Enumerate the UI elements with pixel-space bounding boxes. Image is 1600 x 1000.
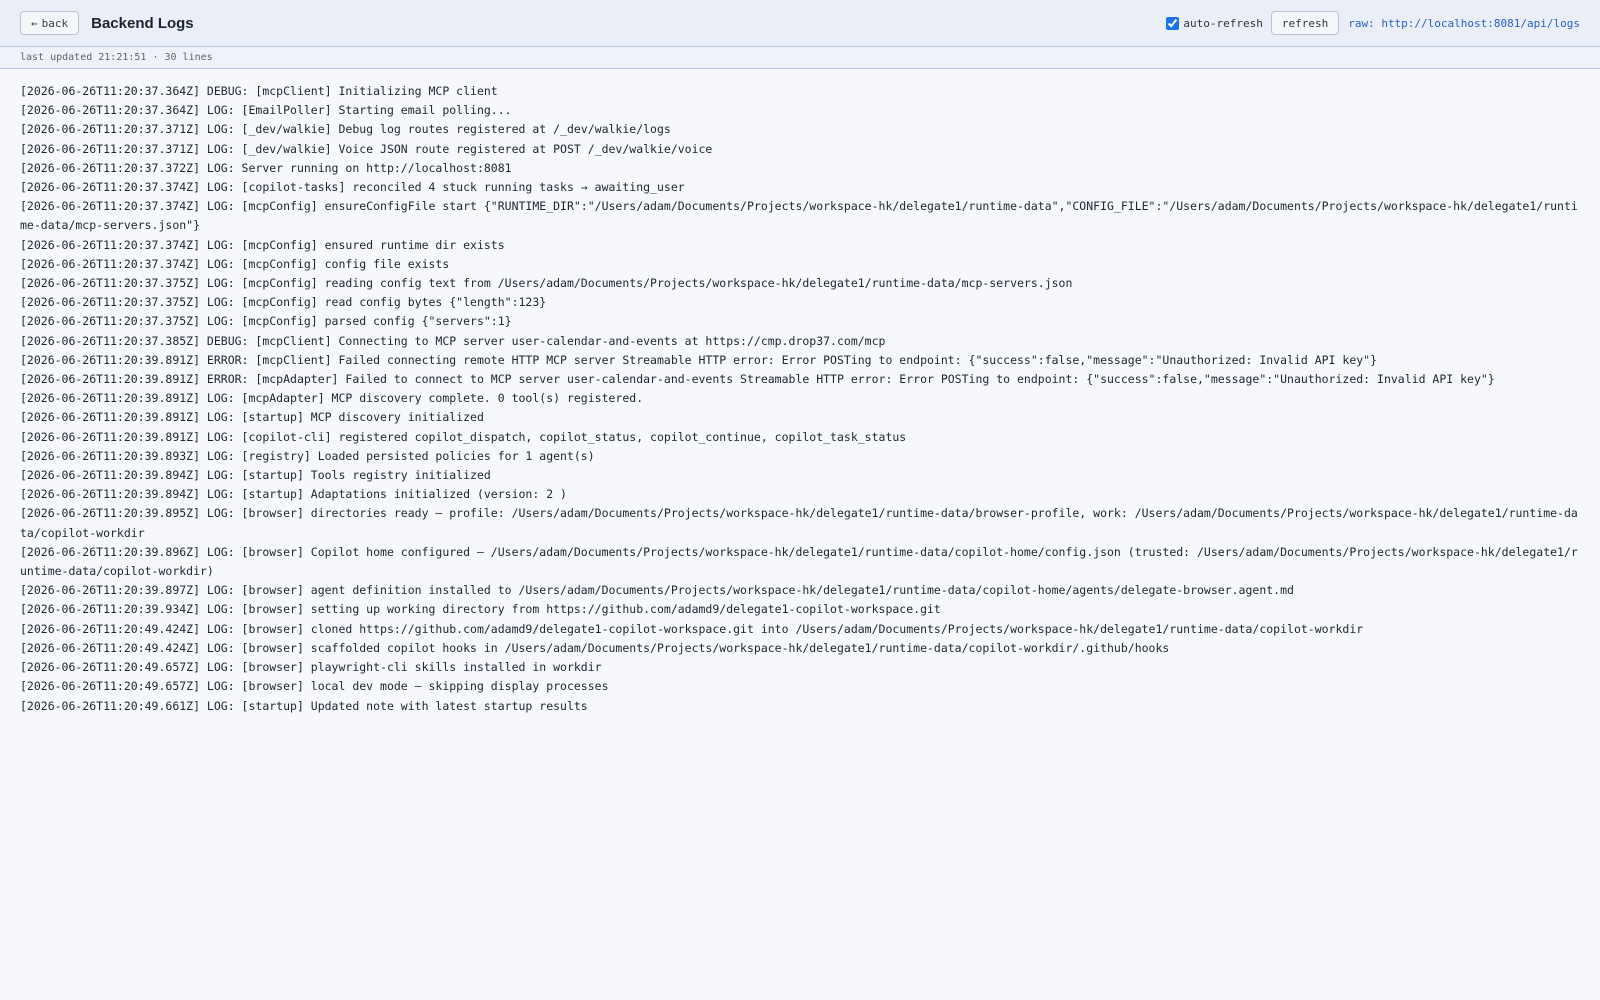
separator-dot: · bbox=[146, 52, 165, 63]
back-button-label: back bbox=[41, 16, 69, 30]
refresh-button[interactable]: refresh bbox=[1270, 11, 1340, 35]
log-line: [2026-06-26T11:20:39.891Z] ERROR: [mcpCl… bbox=[20, 352, 1378, 367]
log-line: [2026-06-26T11:20:37.364Z] LOG: [EmailPo… bbox=[20, 103, 512, 118]
header-bar: ← back Backend Logs auto-refresh refresh… bbox=[0, 0, 1600, 47]
log-line: [2026-06-26T11:20:37.371Z] LOG: [_dev/wa… bbox=[20, 141, 713, 156]
log-line: [2026-06-26T11:20:39.891Z] ERROR: [mcpAd… bbox=[20, 372, 1495, 387]
log-line: [2026-06-26T11:20:49.661Z] LOG: [startup… bbox=[20, 698, 588, 713]
log-line: [2026-06-26T11:20:37.371Z] LOG: [_dev/wa… bbox=[20, 122, 671, 137]
log-line: [2026-06-26T11:20:37.375Z] LOG: [mcpConf… bbox=[20, 314, 512, 329]
log-line: [2026-06-26T11:20:37.364Z] DEBUG: [mcpCl… bbox=[20, 84, 498, 98]
log-line: [2026-06-26T11:20:39.891Z] LOG: [copilot… bbox=[20, 429, 907, 444]
log-line: [2026-06-26T11:20:37.374Z] LOG: [mcpConf… bbox=[20, 256, 450, 271]
log-line: [2026-06-26T11:20:49.424Z] LOG: [browser… bbox=[20, 621, 1364, 636]
page-title: Backend Logs bbox=[91, 14, 194, 32]
left-arrow-icon: ← bbox=[31, 16, 38, 30]
auto-refresh-label: auto-refresh bbox=[1183, 16, 1263, 30]
auto-refresh-toggle[interactable]: auto-refresh bbox=[1166, 16, 1263, 30]
log-line: [2026-06-26T11:20:37.374Z] LOG: [copilot… bbox=[20, 180, 685, 195]
log-line: [2026-06-26T11:20:37.372Z] LOG: Server r… bbox=[20, 160, 512, 175]
log-line: [2026-06-26T11:20:39.894Z] LOG: [startup… bbox=[20, 468, 491, 483]
log-line: [2026-06-26T11:20:39.895Z] LOG: [browser… bbox=[20, 506, 1578, 540]
log-line: [2026-06-26T11:20:39.891Z] LOG: [mcpAdap… bbox=[20, 391, 644, 406]
log-line: [2026-06-26T11:20:39.934Z] LOG: [browser… bbox=[20, 602, 941, 617]
auto-refresh-checkbox[interactable] bbox=[1166, 16, 1180, 30]
log-line: [2026-06-26T11:20:37.374Z] LOG: [mcpConf… bbox=[20, 237, 505, 252]
log-line: [2026-06-26T11:20:49.657Z] LOG: [browser… bbox=[20, 679, 609, 694]
log-line: [2026-06-26T11:20:37.374Z] LOG: [mcpConf… bbox=[20, 199, 1578, 233]
status-bar: last updated 21:21:51 · 30 lines bbox=[0, 47, 1600, 69]
last-updated: last updated 21:21:51 bbox=[20, 52, 147, 63]
log-line: [2026-06-26T11:20:39.893Z] LOG: [registr… bbox=[20, 448, 595, 463]
line-count: 30 lines bbox=[164, 52, 213, 63]
log-line: [2026-06-26T11:20:39.896Z] LOG: [browser… bbox=[20, 544, 1578, 579]
log-line: [2026-06-26T11:20:39.891Z] LOG: [startup… bbox=[20, 410, 484, 425]
log-line: [2026-06-26T11:20:49.424Z] LOG: [browser… bbox=[20, 640, 1170, 655]
log-output: [2026-06-26T11:20:37.364Z] DEBUG: [mcpCl… bbox=[0, 69, 1600, 716]
log-line: [2026-06-26T11:20:37.385Z] DEBUG: [mcpCl… bbox=[20, 333, 886, 348]
log-line: [2026-06-26T11:20:37.375Z] LOG: [mcpConf… bbox=[20, 295, 547, 310]
back-button[interactable]: ← back bbox=[20, 11, 80, 35]
log-line: [2026-06-26T11:20:49.657Z] LOG: [browser… bbox=[20, 660, 602, 675]
raw-logs-link[interactable]: raw: http://localhost:8081/api/logs bbox=[1348, 17, 1580, 30]
log-line: [2026-06-26T11:20:37.375Z] LOG: [mcpConf… bbox=[20, 276, 1073, 291]
log-line: [2026-06-26T11:20:39.897Z] LOG: [browser… bbox=[20, 583, 1294, 598]
log-line: [2026-06-26T11:20:39.894Z] LOG: [startup… bbox=[20, 487, 567, 502]
